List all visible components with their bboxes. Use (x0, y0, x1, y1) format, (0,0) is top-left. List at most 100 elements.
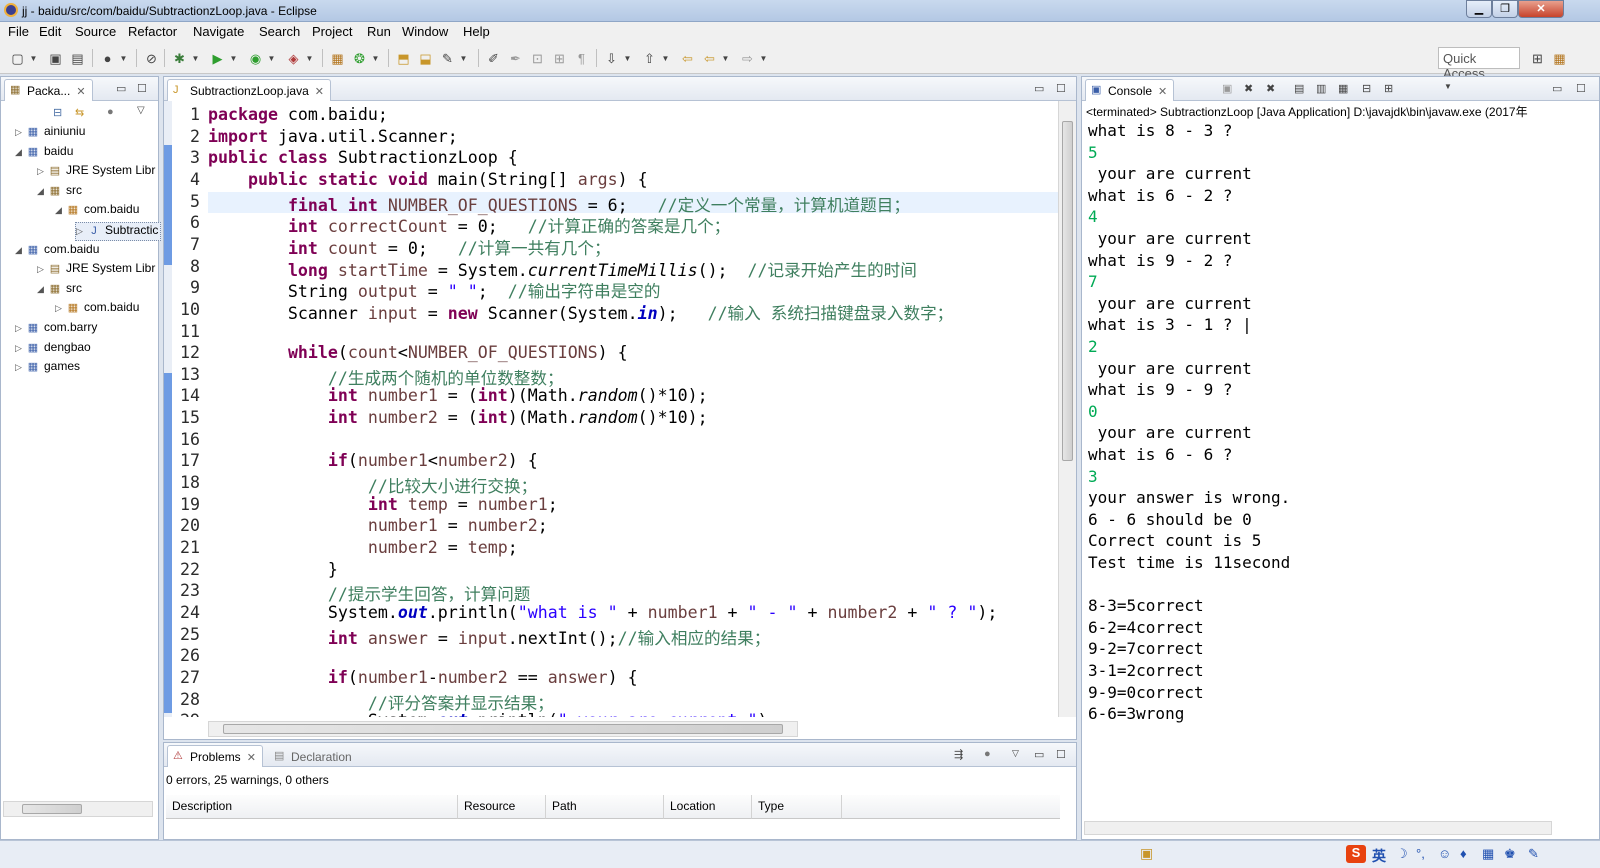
block-selection-icon[interactable]: ⊡ (530, 51, 545, 66)
close-button[interactable]: ✕ (1518, 0, 1564, 18)
dropdown-arrow-icon[interactable]: ▼ (756, 51, 771, 66)
close-icon[interactable]: ✕ (76, 86, 85, 98)
maximize-icon[interactable]: ☐ (137, 82, 147, 95)
tree-item[interactable]: ▷ ▦ games (15, 359, 80, 378)
tab-problems[interactable]: ⚠ Problems ✕ (167, 745, 263, 767)
menu-refactor[interactable]: Refactor (128, 24, 177, 39)
sogou-ime-icon[interactable]: S (1346, 845, 1366, 863)
column-location[interactable]: Location (664, 795, 752, 819)
column-description[interactable]: Description (166, 795, 458, 819)
dropdown-arrow-icon[interactable]: ▼ (718, 51, 733, 66)
tree-item[interactable]: ▷ ▦ com.baidu (55, 300, 139, 319)
collapse-arrow-icon[interactable]: ◢ (55, 205, 65, 216)
menu-search[interactable]: Search (259, 24, 300, 39)
code-line[interactable]: //比较大小进行交换； (208, 473, 537, 497)
code-line[interactable]: while(count<NUMBER_OF_QUESTIONS) { (208, 343, 628, 362)
close-icon[interactable]: ✕ (247, 752, 256, 764)
minimize-button[interactable]: ▁ (1466, 0, 1492, 18)
expand-arrow-icon[interactable]: ▷ (15, 362, 25, 373)
code-line[interactable]: int correctCount = 0; //计算正确的答案是几个； (208, 213, 730, 237)
menu-source[interactable]: Source (75, 24, 116, 39)
code-line[interactable]: String output = " "; //输出字符串是空的 (208, 278, 661, 302)
code-line[interactable]: long startTime = System.currentTimeMilli… (208, 257, 917, 281)
collapse-all-icon[interactable]: ⊟ (53, 106, 62, 119)
ime-tools-icon[interactable]: ✎ (1528, 846, 1539, 862)
open-console-icon[interactable]: ⊞ (1384, 82, 1393, 95)
tab-declaration[interactable]: ▤ Declaration (268, 745, 359, 767)
expand-arrow-icon[interactable]: ▷ (15, 323, 25, 334)
dropdown-arrow-icon[interactable]: ▼ (116, 51, 131, 66)
expand-arrow-icon[interactable]: ▷ (55, 303, 65, 314)
save-icon[interactable]: ▣ (48, 51, 63, 66)
open-type-icon[interactable]: ⬒ (396, 51, 411, 66)
focus-icon[interactable]: ● (984, 748, 991, 760)
dropdown-arrow-icon[interactable]: ▼ (188, 51, 203, 66)
remove-launch-icon[interactable]: ✖ (1244, 82, 1253, 95)
maximize-icon[interactable]: ☐ (1056, 748, 1066, 761)
quick-access-input[interactable]: Quick Access (1438, 47, 1520, 81)
column-path[interactable]: Path (546, 795, 664, 819)
expand-arrow-icon[interactable]: ▷ (76, 226, 86, 237)
editor-hscroll[interactable] (208, 721, 798, 737)
code-line[interactable]: int temp = number1; (208, 495, 558, 514)
dropdown-arrow-icon[interactable]: ▼ (620, 51, 635, 66)
code-line[interactable]: Scanner input = new Scanner(System.in); … (208, 300, 953, 324)
code-line[interactable]: int count = 0; //计算一共有几个； (208, 235, 611, 259)
new-java-class-icon[interactable]: ❂ (352, 51, 367, 66)
menu-edit[interactable]: Edit (39, 24, 61, 39)
new-java-package-icon[interactable]: ▦ (330, 51, 345, 66)
tab-subtractionzloop-java[interactable]: J SubtractionzLoop.java ✕ (167, 79, 331, 101)
code-line[interactable]: if(number1<number2) { (208, 451, 538, 470)
tab-console[interactable]: ▣ Console ✕ (1085, 79, 1175, 101)
code-line[interactable]: number2 = temp; (208, 538, 518, 557)
dropdown-arrow-icon[interactable]: ▼ (226, 51, 241, 66)
expand-arrow-icon[interactable]: ▷ (15, 127, 25, 138)
expand-arrow-icon[interactable]: ▷ (15, 343, 25, 354)
code-line[interactable]: System.out.println("what is " + number1 … (208, 603, 997, 622)
filter-icon[interactable]: ⇶ (954, 748, 963, 761)
code-line[interactable]: int answer = input.nextInt();//输入相应的结果； (208, 625, 771, 649)
collapse-arrow-icon[interactable]: ◢ (15, 245, 25, 256)
menu-file[interactable]: File (8, 24, 29, 39)
close-icon[interactable]: ✕ (315, 86, 324, 98)
code-line[interactable]: //评分答案并显示结果； (208, 690, 554, 714)
column-type[interactable]: Type (752, 795, 842, 819)
minimize-icon[interactable]: ▭ (1034, 748, 1044, 761)
dropdown-arrow-icon[interactable]: ▼ (302, 51, 317, 66)
code-line[interactable]: if(number1-number2 == answer) { (208, 668, 638, 687)
tree-item[interactable]: ▷ ▦ ainiuniu (15, 124, 85, 143)
save-all-icon[interactable]: ▤ (70, 51, 85, 66)
scroll-lock-icon[interactable]: ▤ (1294, 82, 1304, 95)
collapse-arrow-icon[interactable]: ◢ (37, 186, 47, 197)
forward-icon[interactable]: ⇨ (740, 51, 755, 66)
profile-icon[interactable]: ● (100, 51, 115, 66)
close-icon[interactable]: ✕ (1158, 86, 1167, 98)
tree-item[interactable]: ◢ ▦ baidu (15, 144, 73, 163)
code-line[interactable]: //生成两个随机的单位数整数； (208, 365, 564, 389)
remove-all-icon[interactable]: ✖ (1266, 82, 1275, 95)
code-line[interactable]: } (208, 560, 338, 579)
code-line[interactable]: int number1 = (int)(Math.random()*10); (208, 386, 708, 405)
tree-item[interactable]: ▷ J Subtractic (75, 222, 162, 241)
console-hscroll[interactable] (1084, 821, 1552, 835)
skip-breakpoints-icon[interactable]: ⊘ (144, 51, 159, 66)
tree-item[interactable]: ◢ ▦ com.baidu (15, 242, 99, 261)
coverage-icon[interactable]: ◉ (248, 51, 263, 66)
menu-navigate[interactable]: Navigate (193, 24, 244, 39)
tree-item[interactable]: ◢ ▦ com.baidu (55, 202, 139, 221)
menu-window[interactable]: Window (402, 24, 448, 39)
debug-icon[interactable]: ✱ (172, 51, 187, 66)
terminate-icon[interactable]: ▣ (1222, 82, 1232, 95)
next-annotation-icon[interactable]: ⇩ (604, 51, 619, 66)
annotation-icon[interactable]: ✒ (508, 51, 523, 66)
code-line[interactable]: System.out.println(" your are current ")… (208, 711, 778, 717)
ime-language-label[interactable]: 英 (1372, 846, 1386, 866)
menu-project[interactable]: Project (312, 24, 352, 39)
dropdown-arrow-icon[interactable]: ▼ (1444, 82, 1452, 91)
show-whitespace-icon[interactable]: ⊞ (552, 51, 567, 66)
view-menu-icon[interactable]: ▽ (1012, 748, 1019, 759)
tree-item[interactable]: ▷ ▤ JRE System Libr (37, 261, 155, 280)
search-icon[interactable]: ✎ (440, 51, 455, 66)
expand-arrow-icon[interactable]: ▷ (37, 166, 47, 177)
ime-keyboard-icon[interactable]: ▦ (1482, 846, 1494, 862)
